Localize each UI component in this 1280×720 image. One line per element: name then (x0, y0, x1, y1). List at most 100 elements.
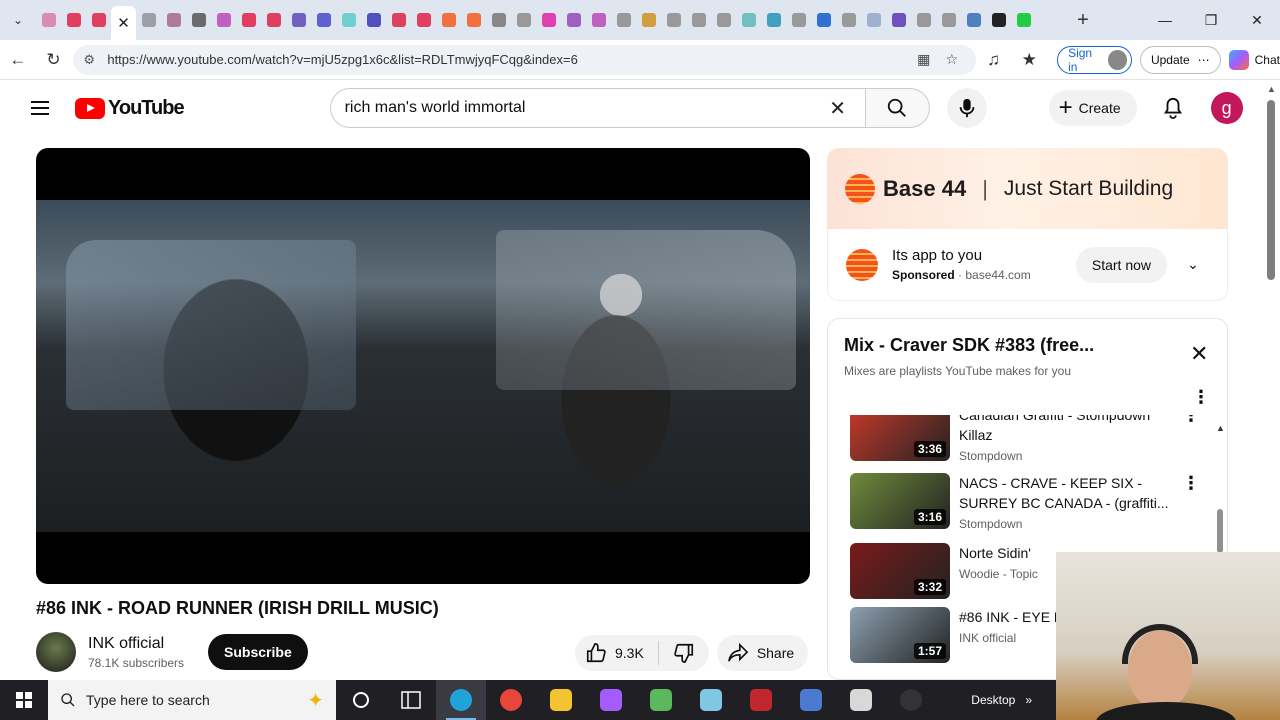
bookmark-star-icon[interactable]: ☆ (938, 51, 966, 68)
app-available-icon[interactable]: ▦ (910, 51, 938, 68)
back-arrow-icon[interactable]: ← (0, 40, 36, 80)
browser-tab[interactable] (586, 0, 611, 40)
browser-tab[interactable] (286, 0, 311, 40)
youtube-logo[interactable]: YouTube (75, 97, 185, 120)
toolbar-expand-icon[interactable]: » (1025, 693, 1032, 707)
taskbar-search-box[interactable]: Type here to search ✦ (48, 680, 336, 720)
start-button[interactable] (0, 680, 48, 720)
browser-tab[interactable] (61, 0, 86, 40)
browser-tab[interactable] (686, 0, 711, 40)
browser-tab[interactable] (536, 0, 561, 40)
window-close-icon[interactable]: ✕ (1234, 0, 1280, 40)
address-bar[interactable]: ⚙ https://www.youtube.com/watch?v=mjU5zp… (73, 44, 976, 75)
share-button[interactable]: Share (716, 635, 809, 671)
browser-tab[interactable] (811, 0, 836, 40)
chrome-taskbar-icon[interactable] (486, 680, 536, 720)
task-view-icon[interactable] (386, 680, 436, 720)
playlist-item[interactable]: 3:16 NACS - CRAVE - KEEP SIX - SURREY BC … (850, 473, 1210, 531)
account-avatar[interactable]: g (1210, 92, 1243, 124)
browser-tab[interactable] (336, 0, 361, 40)
playlist-item[interactable]: 3:36 Canadian Graffiti - Stompdown Killaz… (850, 415, 1210, 463)
browser-tab[interactable] (786, 0, 811, 40)
create-button[interactable]: + Create (1048, 90, 1137, 126)
browser-tab[interactable] (436, 0, 461, 40)
maximize-icon[interactable]: ❐ (1188, 0, 1234, 40)
page-scrollbar-thumb[interactable] (1267, 100, 1275, 280)
subscribe-button[interactable]: Subscribe (208, 634, 308, 670)
playlist-thumbnail[interactable]: 3:16 (850, 473, 950, 529)
obs-taskbar-icon[interactable] (886, 680, 936, 720)
dislike-button[interactable] (659, 642, 709, 664)
channel-name[interactable]: INK official (88, 635, 184, 653)
read-aloud-icon[interactable]: ♫ (976, 40, 1012, 80)
browser-tab[interactable] (611, 0, 636, 40)
ad-title[interactable]: Its app to you (892, 247, 1076, 264)
playlist-thumbnail[interactable]: 3:32 (850, 543, 950, 599)
search-input[interactable]: rich man's world immortal ✕ (329, 88, 866, 128)
like-button[interactable]: 9.3K (575, 641, 659, 665)
new-tab-plus-icon[interactable]: + (1068, 0, 1098, 40)
browser-tab[interactable] (461, 0, 486, 40)
playlist-more-icon[interactable]: ⋮ (1192, 387, 1210, 408)
copilot-chat-button[interactable]: Chat (1228, 49, 1280, 70)
browser-tab[interactable] (911, 0, 936, 40)
browser-tab[interactable] (386, 0, 411, 40)
browser-tab[interactable] (761, 0, 786, 40)
notepad-taskbar-icon[interactable] (686, 680, 736, 720)
playlist-item-menu-icon[interactable]: ⋮ (1181, 473, 1201, 529)
cortana-icon[interactable] (336, 680, 386, 720)
notifications-bell-icon[interactable] (1153, 88, 1193, 128)
reload-icon[interactable]: ↻ (36, 40, 72, 80)
edge-taskbar-icon[interactable] (436, 680, 486, 720)
browser-tab[interactable] (511, 0, 536, 40)
ad-banner[interactable]: Base 44 | Just Start Building (827, 148, 1228, 229)
browser-tab[interactable] (836, 0, 861, 40)
tab-list-chevron-icon[interactable]: ⌄ (0, 0, 36, 40)
browser-tab[interactable] (936, 0, 961, 40)
browser-tab[interactable] (161, 0, 186, 40)
more-dots-icon[interactable]: ⋯ (1198, 53, 1210, 67)
copilot-taskbar-icon[interactable] (586, 680, 636, 720)
browser-tab[interactable] (211, 0, 236, 40)
browser-tab[interactable] (411, 0, 436, 40)
browser-tab[interactable] (136, 0, 161, 40)
ad-expand-chevron-icon[interactable]: ⌄ (1177, 256, 1209, 273)
browser-tab[interactable] (1011, 0, 1036, 40)
playlist-scroll-up-icon[interactable]: ▲ (1216, 423, 1225, 433)
browser-tab[interactable] (661, 0, 686, 40)
video-player[interactable] (36, 148, 810, 584)
clear-search-icon[interactable]: ✕ (825, 96, 851, 121)
browser-tab[interactable] (36, 0, 61, 40)
tab-close-icon[interactable]: ✕ (117, 14, 130, 32)
browser-tab[interactable] (711, 0, 736, 40)
browser-tab[interactable] (886, 0, 911, 40)
advertiser-logo-icon[interactable] (846, 248, 878, 281)
playlist-item-menu-icon[interactable]: ⋮ (1181, 415, 1201, 461)
menu-icon[interactable] (20, 88, 60, 128)
playlist-thumbnail[interactable]: 1:57 (850, 607, 950, 663)
start-now-button[interactable]: Start now (1075, 246, 1167, 283)
browser-tab[interactable] (361, 0, 386, 40)
network-app-taskbar-icon[interactable] (786, 680, 836, 720)
playlist-item-title[interactable]: NACS - CRAVE - KEEP SIX - SURREY BC CANA… (959, 473, 1169, 513)
update-button[interactable]: Update ⋯ (1139, 45, 1221, 74)
search-button[interactable] (865, 88, 930, 128)
browser-tab[interactable] (986, 0, 1011, 40)
browser-tab[interactable] (636, 0, 661, 40)
browser-tab[interactable] (236, 0, 261, 40)
playlist-item-title[interactable]: Canadian Graffiti - Stompdown Killaz (959, 415, 1169, 445)
site-info-icon[interactable]: ⚙ (83, 52, 101, 68)
browser-tab[interactable] (311, 0, 336, 40)
filezilla-taskbar-icon[interactable] (736, 680, 786, 720)
browser-tab[interactable] (186, 0, 211, 40)
channel-avatar[interactable] (36, 632, 76, 672)
playlist-thumbnail[interactable]: 3:36 (850, 415, 950, 461)
address-url[interactable]: https://www.youtube.com/watch?v=mjU5zpg1… (107, 52, 909, 67)
minimize-icon[interactable]: — (1142, 0, 1188, 40)
voice-search-mic-icon[interactable] (946, 88, 987, 128)
playlist-scrollbar[interactable] (1217, 509, 1223, 553)
playlist-title[interactable]: Mix - Craver SDK #383 (free... (844, 335, 1094, 356)
browser-tab[interactable] (736, 0, 761, 40)
file-explorer-taskbar-icon[interactable] (536, 680, 586, 720)
sign-in-button[interactable]: Sign in (1057, 45, 1132, 74)
